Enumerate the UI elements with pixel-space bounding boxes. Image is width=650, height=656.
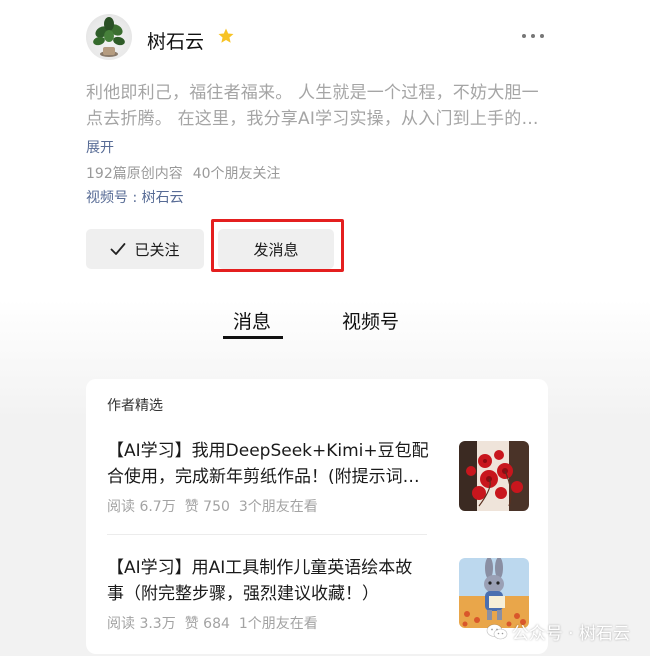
watermark: 公众号 · 树石云 <box>486 619 630 644</box>
tab-video-channel[interactable]: 视频号 <box>342 307 399 334</box>
star-icon <box>218 28 234 43</box>
read-count: 阅读 6.7万 <box>107 499 176 515</box>
tab-messages[interactable]: 消息 <box>233 307 271 334</box>
profile-header: 树石云 <box>86 14 556 62</box>
article-title[interactable]: 【AI学习】用AI工具制作儿童英语绘本故事（附完整步骤，强烈建议收藏！） <box>107 555 429 607</box>
red-papercut-flowers-icon <box>459 441 529 511</box>
article-meta: 阅读 3.3万赞 684 1个朋友在看 <box>107 613 318 633</box>
article-title[interactable]: 【AI学习】我用DeepSeek+Kimi+豆包配合使用，完成新年剪纸作品！(附… <box>107 438 429 490</box>
friends-reading: 3个朋友在看 <box>238 499 318 515</box>
active-tab-indicator <box>223 336 283 339</box>
profile-stats: 192篇原创内容 40个朋友关注 <box>86 163 281 183</box>
read-count: 阅读 3.3万 <box>107 616 176 632</box>
wechat-icon <box>486 623 508 639</box>
profile-bio: 利他即利己，福往者福来。 人生就是一个过程，不妨大胆一点去折腾。 在这里，我分享… <box>86 83 539 129</box>
video-channel-link[interactable]: 视频号 : 树石云 <box>86 187 184 207</box>
followed-label: 已关注 <box>134 240 180 259</box>
watermark-text: 公众号 · 树石云 <box>511 624 630 644</box>
section-title: 作者精选 <box>107 398 163 414</box>
avatar[interactable] <box>86 14 132 60</box>
article-thumbnail[interactable] <box>459 441 529 511</box>
followed-button[interactable]: 已关注 <box>86 229 204 269</box>
expand-link[interactable]: 展开 <box>86 137 114 157</box>
highlight-annotation-box <box>211 219 344 272</box>
checkmark-icon <box>111 243 126 255</box>
original-count: 192篇原创内容 <box>86 166 183 182</box>
author-name: 树石云 <box>147 31 205 53</box>
featured-articles-card: 作者精选 【AI学习】我用DeepSeek+Kimi+豆包配合使用，完成新年剪纸… <box>86 379 548 654</box>
like-count: 赞 684 <box>184 616 230 632</box>
divider <box>107 534 427 535</box>
friends-follow-count: 40个朋友关注 <box>192 166 281 182</box>
like-count: 赞 750 <box>184 499 230 515</box>
cartoon-rabbit-icon <box>459 558 529 628</box>
friends-reading: 1个朋友在看 <box>238 616 318 632</box>
article-meta: 阅读 6.7万赞 750 3个朋友在看 <box>107 496 318 516</box>
more-icon[interactable] <box>522 34 544 40</box>
article-thumbnail[interactable] <box>459 558 529 628</box>
